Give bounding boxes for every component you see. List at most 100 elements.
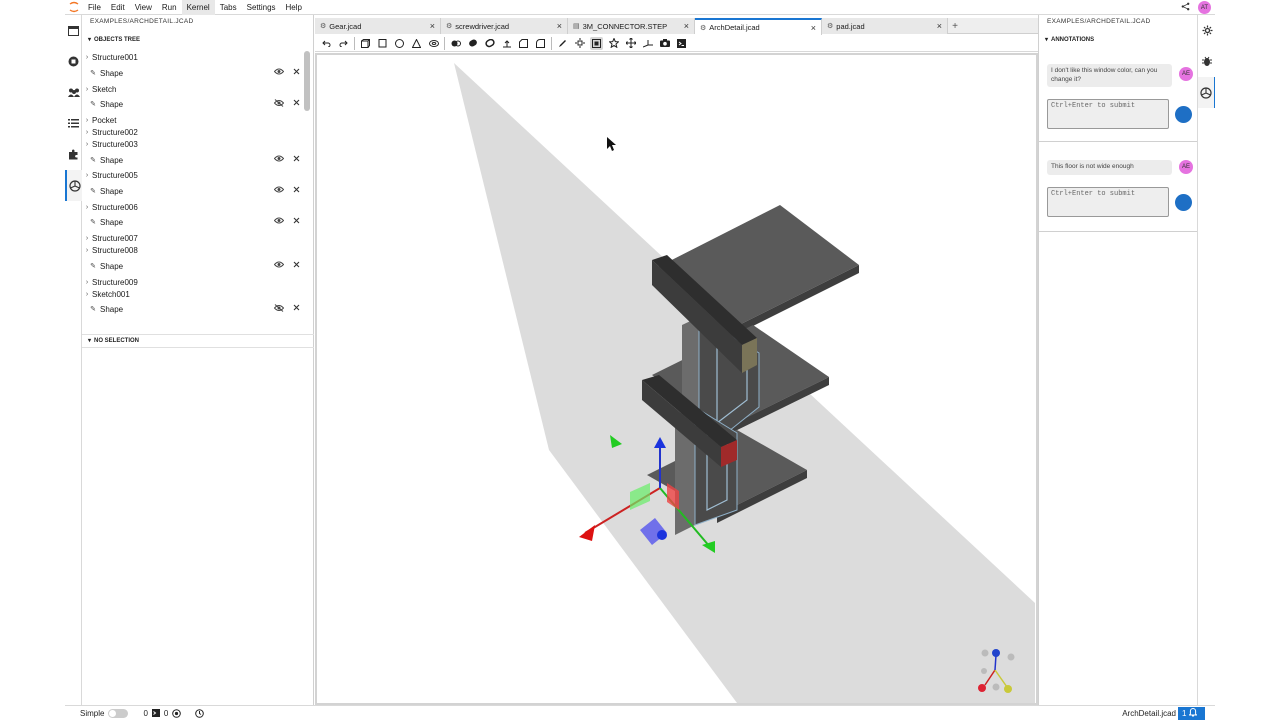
- tab-archdetail[interactable]: ⚙ ArchDetail.jcad ×: [695, 18, 822, 35]
- menu-kernel[interactable]: Kernel: [181, 0, 215, 15]
- camera-icon[interactable]: [658, 37, 671, 50]
- tree-shape-row[interactable]: ✎ Shape: [82, 216, 304, 228]
- tree-shape-row[interactable]: ✎ Shape: [82, 185, 304, 197]
- chevron-right-icon[interactable]: ›: [82, 291, 92, 298]
- eye-icon[interactable]: [273, 155, 285, 164]
- tree-shape-row[interactable]: ✎ Shape: [82, 67, 304, 79]
- chevron-right-icon[interactable]: ›: [82, 129, 92, 136]
- annotations-header[interactable]: ▾ ANNOTATIONS: [1039, 34, 1094, 46]
- annotation-reply-input[interactable]: Ctrl+Enter to submit: [1047, 99, 1169, 129]
- tab-gear[interactable]: ⚙ Gear.jcad ×: [315, 18, 441, 34]
- axes-icon[interactable]: [641, 37, 654, 50]
- fillet-icon[interactable]: [534, 37, 547, 50]
- tree-object-row[interactable]: › Structure002: [82, 126, 304, 138]
- eye-icon[interactable]: [273, 261, 285, 270]
- tree-object-row[interactable]: › Structure005: [82, 169, 304, 181]
- property-inspector-icon[interactable]: [1198, 15, 1215, 46]
- chamfer-icon[interactable]: [517, 37, 530, 50]
- eye-icon[interactable]: [273, 217, 285, 226]
- 3d-viewport[interactable]: [315, 53, 1038, 705]
- extensions-icon[interactable]: [65, 139, 82, 170]
- tree-object-row[interactable]: › Structure007: [82, 232, 304, 244]
- no-selection-header[interactable]: ▾ NO SELECTION: [82, 335, 314, 347]
- tree-object-row[interactable]: › Sketch: [82, 83, 304, 95]
- terminal-count[interactable]: 0: [143, 709, 147, 718]
- close-icon[interactable]: [293, 68, 300, 77]
- cut-icon[interactable]: [466, 37, 479, 50]
- history-icon[interactable]: [195, 708, 205, 718]
- cone-icon[interactable]: [410, 37, 423, 50]
- user-avatar[interactable]: AT: [1198, 1, 1211, 14]
- submit-button[interactable]: [1175, 194, 1192, 211]
- menu-help[interactable]: Help: [281, 0, 307, 15]
- close-icon[interactable]: ×: [811, 23, 816, 33]
- terminal-icon[interactable]: [675, 37, 688, 50]
- tree-shape-row[interactable]: ✎ Shape: [82, 154, 304, 166]
- undo-icon[interactable]: [320, 37, 333, 50]
- tree-object-row[interactable]: › Structure008: [82, 244, 304, 256]
- menu-tabs[interactable]: Tabs: [215, 0, 242, 15]
- eye-off-icon[interactable]: [273, 99, 285, 109]
- star-icon[interactable]: [607, 37, 620, 50]
- tab-screwdriver[interactable]: ⚙ screwdriver.jcad ×: [441, 18, 568, 34]
- box-icon[interactable]: [359, 37, 372, 50]
- kernel-count[interactable]: 0: [164, 709, 168, 718]
- running-kernels-icon[interactable]: [65, 46, 82, 77]
- sketch-pencil-icon[interactable]: [556, 37, 569, 50]
- jupytercad-panel-icon[interactable]: [65, 170, 82, 201]
- extrude-icon[interactable]: [449, 37, 462, 50]
- notifications-button[interactable]: 1: [1178, 707, 1205, 720]
- chevron-right-icon[interactable]: ›: [82, 235, 92, 242]
- close-icon[interactable]: ×: [937, 21, 942, 31]
- close-icon[interactable]: ×: [557, 21, 562, 31]
- chevron-right-icon[interactable]: ›: [82, 86, 92, 93]
- menu-edit[interactable]: Edit: [106, 0, 130, 15]
- submit-button[interactable]: [1175, 106, 1192, 123]
- tree-object-row[interactable]: › Structure001: [82, 51, 304, 63]
- annotation-reply-input[interactable]: Ctrl+Enter to submit: [1047, 187, 1169, 217]
- tree-object-row[interactable]: › Structure009: [82, 276, 304, 288]
- explode-icon[interactable]: [573, 37, 586, 50]
- objects-tree-header[interactable]: ▾ OBJECTS TREE: [82, 34, 140, 46]
- close-icon[interactable]: [293, 304, 300, 314]
- tree-object-row[interactable]: › Structure003: [82, 138, 304, 150]
- close-icon[interactable]: [293, 99, 300, 109]
- add-tab-icon[interactable]: +: [948, 18, 962, 34]
- menu-file[interactable]: File: [83, 0, 106, 15]
- close-icon[interactable]: ×: [684, 21, 689, 31]
- tree-object-row[interactable]: › Sketch001: [82, 288, 304, 300]
- close-icon[interactable]: [293, 261, 300, 270]
- share-icon[interactable]: [1181, 2, 1190, 13]
- menu-view[interactable]: View: [130, 0, 157, 15]
- tree-scrollbar[interactable]: [304, 51, 310, 111]
- simple-mode-toggle[interactable]: [108, 708, 129, 718]
- close-icon[interactable]: [293, 186, 300, 195]
- chevron-right-icon[interactable]: ›: [82, 141, 92, 148]
- tree-shape-row[interactable]: ✎ Shape: [82, 260, 304, 272]
- eye-icon[interactable]: [273, 68, 285, 77]
- intersection-icon[interactable]: [483, 37, 496, 50]
- transform-icon[interactable]: [624, 37, 637, 50]
- close-icon[interactable]: ×: [430, 21, 435, 31]
- menu-settings[interactable]: Settings: [242, 0, 281, 15]
- chevron-right-icon[interactable]: ›: [82, 279, 92, 286]
- chevron-right-icon[interactable]: ›: [82, 204, 92, 211]
- tree-shape-row[interactable]: ✎ Shape: [82, 303, 304, 315]
- tab-3m-connector[interactable]: ▤ 3M_CONNECTOR.STEP ×: [568, 18, 695, 34]
- collaborators-icon[interactable]: [65, 77, 82, 108]
- eye-icon[interactable]: [273, 186, 285, 195]
- jupytercad-annotations-icon[interactable]: [1198, 77, 1215, 108]
- close-icon[interactable]: [293, 155, 300, 164]
- chevron-right-icon[interactable]: ›: [82, 54, 92, 61]
- chevron-right-icon[interactable]: ›: [82, 247, 92, 254]
- clip-plane-icon[interactable]: [590, 36, 603, 50]
- torus-icon[interactable]: [427, 37, 440, 50]
- sphere-icon[interactable]: [393, 37, 406, 50]
- close-icon[interactable]: [293, 217, 300, 226]
- tree-object-row[interactable]: › Pocket: [82, 114, 304, 126]
- tree-object-row[interactable]: › Structure006: [82, 201, 304, 213]
- chevron-right-icon[interactable]: ›: [82, 172, 92, 179]
- cylinder-icon[interactable]: [376, 37, 389, 50]
- table-of-contents-icon[interactable]: [65, 108, 82, 139]
- union-icon[interactable]: [500, 37, 513, 50]
